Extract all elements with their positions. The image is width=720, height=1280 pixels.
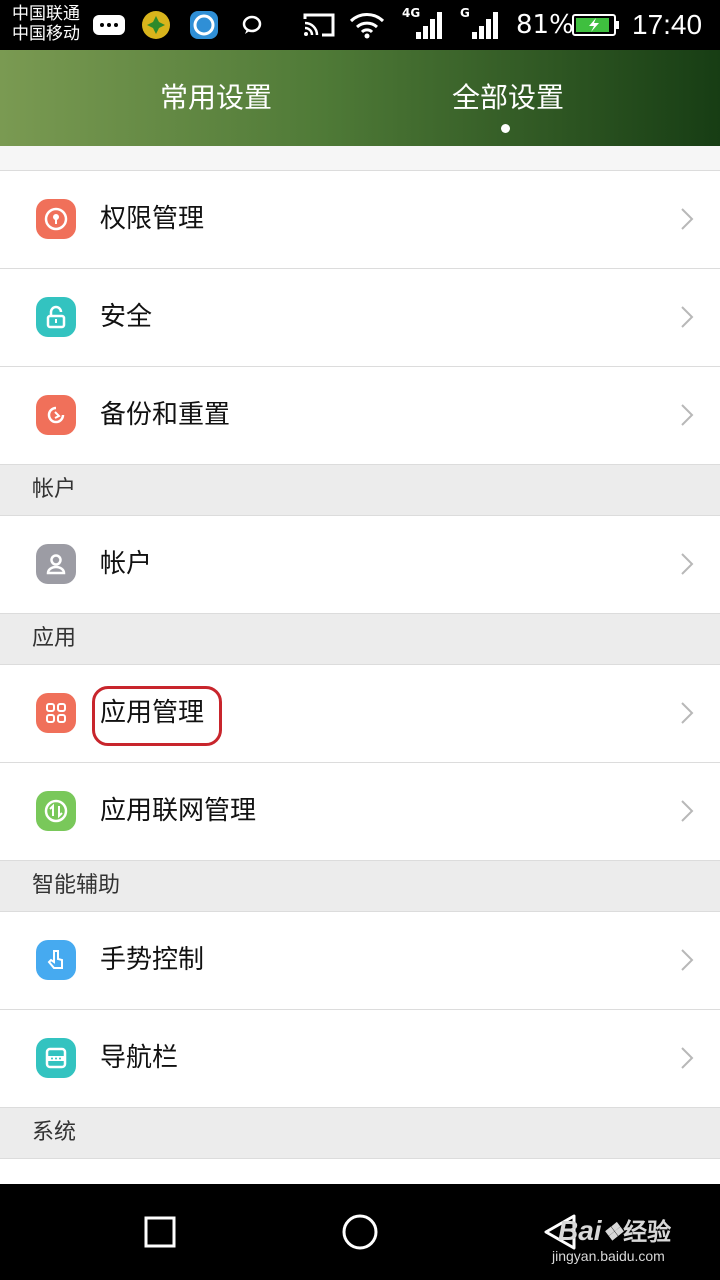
navigation-bar-icon xyxy=(36,1038,76,1078)
network-type-2: G xyxy=(460,6,470,20)
settings-item-gesture-control[interactable]: 手势控制 xyxy=(0,912,720,1010)
settings-item-permissions[interactable]: 权限管理 xyxy=(0,171,720,269)
baidu-watermark: Bai❖经验 xyxy=(558,1212,671,1247)
chevron-right-icon xyxy=(681,404,694,426)
watermark-brand-suffix: 经验 xyxy=(623,1219,672,1246)
watermark-brand: Bai xyxy=(558,1215,602,1246)
settings-item-label: 安全 xyxy=(100,302,153,332)
app-grid-icon xyxy=(36,693,76,733)
tab-common-settings[interactable]: 常用设置 xyxy=(160,80,272,116)
settings-list: 权限管理 安全 备份和重置 帐户 帐户 应用 应用管理 应用联网管理 智能辅助 … xyxy=(0,146,720,1184)
settings-item-label: 权限管理 xyxy=(100,204,205,234)
section-header-apps: 应用 xyxy=(0,614,720,665)
chevron-right-icon xyxy=(681,306,694,328)
chat-bubble-icon xyxy=(240,10,264,40)
tab-all-settings[interactable]: 全部设置 xyxy=(452,80,564,116)
chevron-right-icon xyxy=(681,1047,694,1069)
settings-item-label: 导航栏 xyxy=(100,1043,179,1073)
watermark-url: jingyan.baidu.com xyxy=(552,1248,665,1264)
padlock-icon xyxy=(36,297,76,337)
network-type-1: 4G xyxy=(402,6,421,20)
chevron-right-icon xyxy=(681,702,694,724)
settings-item-label: 应用联网管理 xyxy=(100,796,257,826)
carrier-2: 中国移动 xyxy=(12,24,80,44)
cast-icon xyxy=(302,10,336,40)
settings-item-backup-reset[interactable]: 备份和重置 xyxy=(0,367,720,465)
section-title: 系统 xyxy=(32,1120,77,1145)
section-header-account: 帐户 xyxy=(0,465,720,516)
settings-item-navigation-bar[interactable]: 导航栏 xyxy=(0,1010,720,1108)
permission-lock-icon xyxy=(36,199,76,239)
settings-item-security[interactable]: 安全 xyxy=(0,269,720,367)
carrier-info: 中国联通 中国移动 xyxy=(12,4,80,44)
section-header-smart-assist: 智能辅助 xyxy=(0,861,720,912)
recent-apps-button[interactable] xyxy=(134,1206,186,1258)
settings-item-label: 备份和重置 xyxy=(100,400,231,430)
settings-screen: 中国联通 中国移动 4G G 81% 17:40 常用设置 全部设置 权限管理 … xyxy=(0,0,720,1280)
section-header-system: 系统 xyxy=(0,1108,720,1159)
carrier-1: 中国联通 xyxy=(12,4,80,24)
settings-item-account[interactable]: 帐户 xyxy=(0,516,720,614)
list-top-divider xyxy=(0,146,720,171)
status-bar: 中国联通 中国移动 4G G 81% 17:40 xyxy=(0,0,720,50)
person-icon xyxy=(36,544,76,584)
data-transfer-icon xyxy=(36,791,76,831)
system-navigation-bar: Bai❖经验 jingyan.baidu.com xyxy=(0,1184,720,1280)
section-title: 应用 xyxy=(32,626,77,651)
battery-charging-icon xyxy=(572,10,620,40)
signal-g-icon: G xyxy=(458,6,498,40)
home-button[interactable] xyxy=(334,1206,386,1258)
clock: 17:40 xyxy=(632,9,703,40)
chevron-right-icon xyxy=(681,949,694,971)
settings-item-label: 手势控制 xyxy=(100,945,205,975)
chevron-right-icon xyxy=(681,208,694,230)
settings-item-app-network[interactable]: 应用联网管理 xyxy=(0,763,720,861)
settings-item-partial xyxy=(0,1159,720,1184)
settings-item-label: 帐户 xyxy=(100,549,153,579)
game-app-icon xyxy=(140,10,172,40)
browser-app-icon xyxy=(188,10,220,40)
active-tab-indicator xyxy=(501,124,510,133)
hand-gesture-icon xyxy=(36,940,76,980)
signal-4g-icon: 4G xyxy=(402,6,442,40)
section-title: 智能辅助 xyxy=(32,873,121,898)
chevron-right-icon xyxy=(681,553,694,575)
wifi-icon xyxy=(348,10,386,40)
section-title: 帐户 xyxy=(32,477,77,502)
backup-restore-icon xyxy=(36,395,76,435)
chevron-right-icon xyxy=(681,800,694,822)
highlight-annotation xyxy=(92,686,222,746)
message-icon xyxy=(92,10,126,40)
paw-icon: ❖ xyxy=(601,1219,624,1246)
battery-percentage: 81% xyxy=(516,10,574,40)
settings-tab-bar: 常用设置 全部设置 xyxy=(0,50,720,146)
